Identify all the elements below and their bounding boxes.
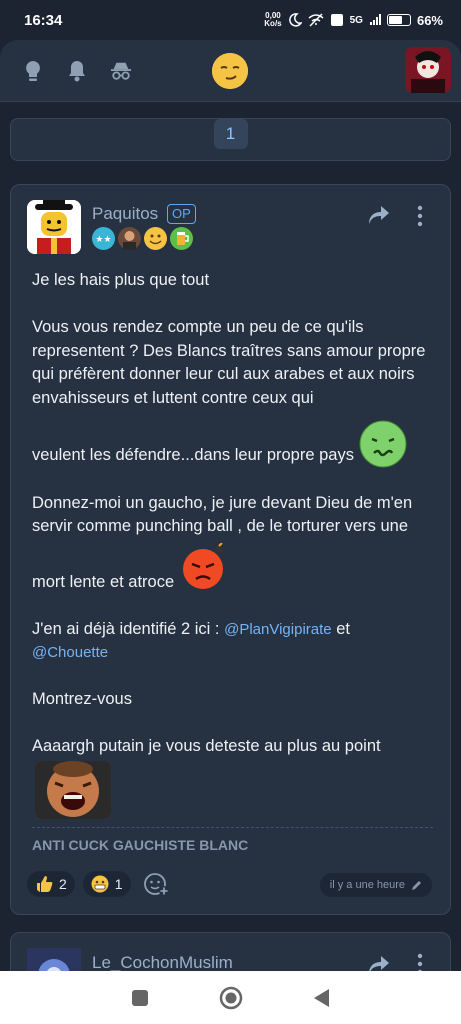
pagination: 1 <box>10 118 451 161</box>
next-post-author-name[interactable]: Le_CochonMuslim <box>92 953 233 973</box>
reaction-count: 2 <box>59 876 67 892</box>
user-signature: ANTI CUCK GAUCHISTE BLANC <box>32 837 249 853</box>
nauseated-emoji-icon <box>359 420 407 468</box>
bell-icon[interactable] <box>66 60 88 82</box>
post-text: et <box>336 619 350 638</box>
moon-icon <box>288 13 302 27</box>
svg-text:★★: ★★ <box>95 235 111 245</box>
post-timestamp[interactable]: il y a une heure <box>319 873 432 897</box>
reactions-row: 2 1 <box>27 871 169 897</box>
user-avatar[interactable] <box>405 47 451 93</box>
op-badge: OP <box>167 204 196 224</box>
post-paragraph: Je les hais plus que tout <box>32 271 210 289</box>
reaction-count: 1 <box>114 876 123 892</box>
post-body: Je les hais plus que tout Vous vous rend… <box>32 269 437 819</box>
post-paragraph: Montrez-vous <box>32 690 132 708</box>
page-button-current[interactable]: 1 <box>213 118 248 149</box>
add-reaction-icon[interactable] <box>143 871 169 897</box>
angry-emoji-icon <box>179 541 227 591</box>
avatar-badge-icon[interactable] <box>118 227 141 250</box>
recents-icon[interactable] <box>131 989 149 1007</box>
user-badges: ★★ <box>92 227 193 250</box>
beer-badge-icon[interactable] <box>170 227 193 250</box>
status-icons: 0,00 Ko/s 5G 66% <box>264 12 443 28</box>
post-text: J'en ai déjà identifié 2 ici : <box>32 619 220 638</box>
post-author-name[interactable]: Paquitos <box>92 204 158 224</box>
battery-icon <box>386 14 411 26</box>
signal-icon <box>369 14 381 25</box>
battery-percent: 66% <box>416 12 443 28</box>
grimace-emoji-icon <box>91 875 109 893</box>
post-paragraph: J'en ai déjà identifié 2 ici : @PlanVigi… <box>32 618 437 665</box>
post-paragraph: veulent les défendre...dans leur propre … <box>32 420 437 468</box>
edit-pencil-icon <box>412 880 421 890</box>
post-author-avatar[interactable] <box>27 200 81 254</box>
laughing-man-sticker[interactable] <box>35 760 111 819</box>
home-icon[interactable] <box>219 986 243 1010</box>
incognito-icon[interactable] <box>110 60 132 82</box>
thumbs-up-icon <box>37 876 53 892</box>
mention-link[interactable]: @PlanVigipirate <box>224 621 332 638</box>
reaction-thumbs-up[interactable]: 2 <box>27 871 75 897</box>
post-text: veulent les défendre...dans leur propre … <box>32 446 354 464</box>
wifi-off-icon <box>308 13 324 27</box>
post-paragraph: Aaaargh putain je vous deteste au plus a… <box>32 737 381 755</box>
app-top-bar <box>0 40 461 102</box>
post-card: Paquitos OP ★★ Je les hais plus que tout… <box>10 184 451 915</box>
stars-badge-icon[interactable]: ★★ <box>92 227 115 250</box>
share-icon[interactable] <box>368 205 390 225</box>
back-icon[interactable] <box>313 988 331 1008</box>
volte-icon <box>330 14 343 26</box>
system-nav-bar <box>0 971 461 1024</box>
post-paragraph: Vous vous rendez compte un peu de ce qu'… <box>32 318 426 407</box>
status-bar: 16:34 0,00 Ko/s 5G 66% <box>0 0 461 40</box>
lightbulb-icon[interactable] <box>22 60 44 82</box>
smile-badge-icon[interactable] <box>144 227 167 250</box>
reaction-grimace[interactable]: 1 <box>82 871 131 897</box>
mention-link[interactable]: @Chouette <box>32 644 108 661</box>
more-options-icon[interactable] <box>410 205 430 227</box>
post-text: mort lente et atroce <box>32 572 175 591</box>
post-paragraph: Donnez-moi un gaucho, je jure devant Die… <box>32 493 413 536</box>
status-time: 16:34 <box>24 11 63 29</box>
smirk-emoji-icon[interactable] <box>212 53 248 89</box>
post-paragraph: mort lente et atroce <box>32 541 437 595</box>
signature-divider <box>32 827 433 828</box>
net-speed: 0,00 Ko/s <box>264 11 282 28</box>
timestamp-text: il y a une heure <box>329 879 405 891</box>
signal-label: 5G <box>349 14 363 26</box>
